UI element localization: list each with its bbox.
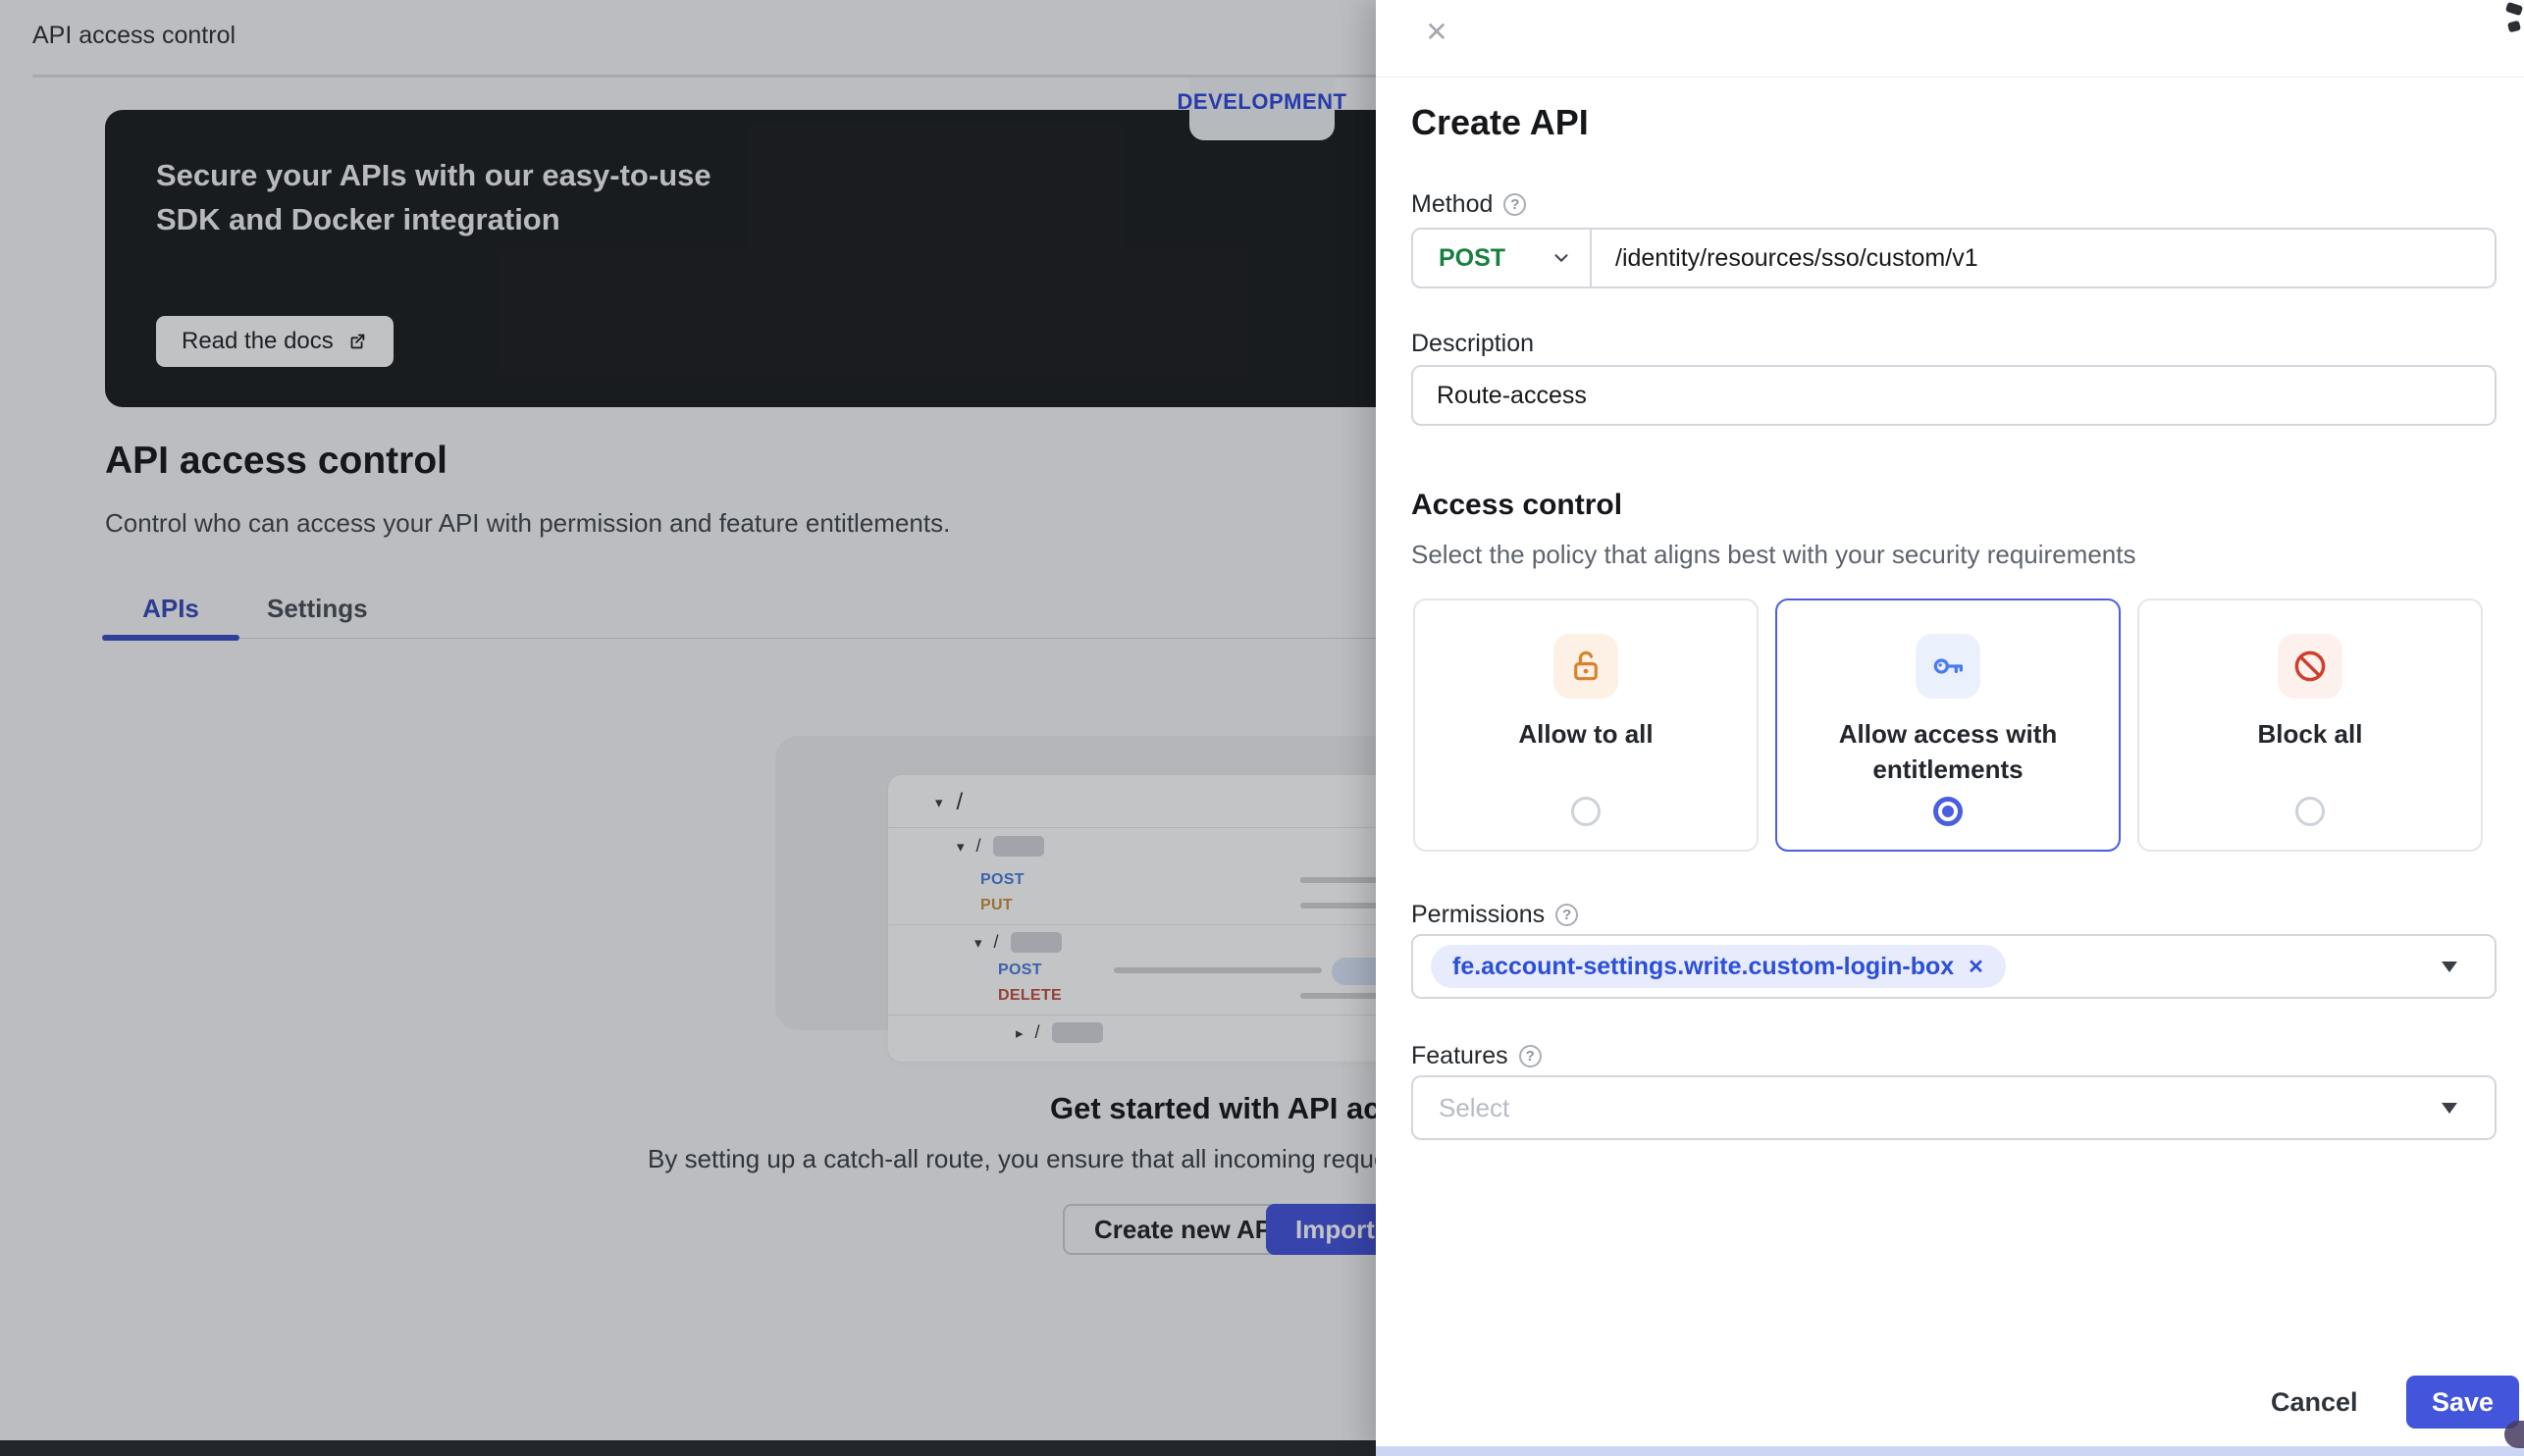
dropdown-caret-icon <box>2442 1103 2457 1114</box>
features-label-row: Features ? <box>1411 1042 1542 1070</box>
policy-card-allow-to-all[interactable]: Allow to all <box>1413 598 1759 852</box>
description-label: Description <box>1411 330 1534 358</box>
permission-tag-label: fe.account-settings.write.custom-login-b… <box>1452 953 1954 981</box>
policy-card-allow-with-entitlements[interactable]: Allow access with entitlements <box>1775 598 2121 852</box>
key-icon <box>1916 634 1980 699</box>
save-button[interactable]: Save <box>2406 1376 2519 1429</box>
policy-card-label: Allow to all <box>1415 716 1757 752</box>
help-icon[interactable]: ? <box>1555 904 1578 926</box>
features-label: Features <box>1411 1042 1508 1070</box>
screen-edge-artifact <box>2507 21 2521 33</box>
drawer-bottom-strip <box>1376 1446 2524 1456</box>
drawer-header-divider <box>1376 77 2524 78</box>
features-select[interactable]: Select <box>1411 1075 2497 1140</box>
method-select-value: POST <box>1439 244 1505 273</box>
unlock-icon <box>1553 634 1618 699</box>
help-icon[interactable]: ? <box>1503 193 1526 216</box>
screen-edge-artifact <box>2504 1421 2524 1448</box>
permissions-label-row: Permissions ? <box>1411 901 1578 929</box>
chevron-down-icon <box>1551 247 1572 269</box>
method-select[interactable]: POST <box>1413 230 1592 286</box>
close-icon[interactable]: ✕ <box>1415 10 1458 53</box>
policy-radio-block-all[interactable] <box>2295 797 2325 826</box>
route-path-input[interactable] <box>1592 230 2495 286</box>
policy-card-label: Allow access with entitlements <box>1777 716 2119 787</box>
screen-edge-artifact <box>2505 2 2523 16</box>
access-control-heading: Access control <box>1411 489 1622 522</box>
drawer-title: Create API <box>1411 102 1589 143</box>
cancel-button[interactable]: Cancel <box>2271 1387 2358 1418</box>
features-placeholder: Select <box>1413 1093 1509 1123</box>
description-input-box <box>1411 365 2497 426</box>
permissions-select[interactable]: fe.account-settings.write.custom-login-b… <box>1411 934 2497 999</box>
permissions-label: Permissions <box>1411 901 1545 929</box>
access-control-subheading: Select the policy that aligns best with … <box>1411 540 2135 570</box>
method-input-group: POST <box>1411 228 2497 288</box>
dropdown-caret-icon <box>2442 962 2457 972</box>
policy-radio-allow-to-all[interactable] <box>1571 797 1601 826</box>
description-input[interactable] <box>1413 367 2495 424</box>
policy-card-label: Block all <box>2139 716 2481 752</box>
remove-tag-icon[interactable]: ✕ <box>1968 955 1984 979</box>
create-api-drawer: ✕ Create API Method ? POST Description A… <box>1376 0 2524 1456</box>
method-label-row: Method ? <box>1411 190 1526 219</box>
permission-tag: fe.account-settings.write.custom-login-b… <box>1431 945 2006 988</box>
method-label: Method <box>1411 190 1493 219</box>
description-label-row: Description <box>1411 330 1534 358</box>
policy-card-block-all[interactable]: Block all <box>2137 598 2483 852</box>
block-icon <box>2278 634 2342 699</box>
help-icon[interactable]: ? <box>1519 1045 1542 1067</box>
policy-radio-allow-with-entitlements[interactable] <box>1933 797 1963 826</box>
